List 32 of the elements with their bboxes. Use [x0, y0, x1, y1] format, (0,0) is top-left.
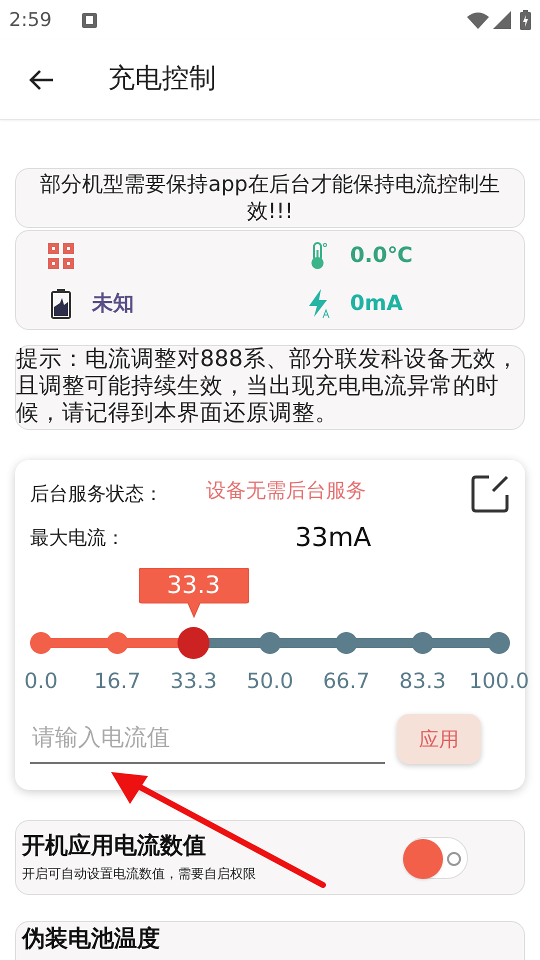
- value-tooltip: 33.3: [138, 568, 248, 620]
- current-value: 0mA: [350, 290, 403, 318]
- setting-title: 开机应用电流数值: [22, 832, 207, 861]
- max-current-label: 最大电流：: [30, 526, 126, 551]
- tick-label: 16.7: [94, 668, 141, 695]
- battery-icon: [520, 10, 531, 30]
- temperature-value: 0.0℃: [350, 242, 413, 270]
- tick-label: 100.0: [468, 668, 530, 695]
- page-title: 充电控制: [108, 62, 216, 96]
- slider[interactable]: [30, 627, 510, 659]
- tick-label: 33.3: [170, 668, 218, 695]
- battery-value: 未知: [92, 290, 134, 318]
- hint-text: 提示：电流调整对888系、部分联发科设备无效，且调整可能持续生效，当出现充电电流异常的时候，请记得到本界面还原调整。: [15, 345, 525, 430]
- setting-description: 开启可自动设置电流数值，需要自启权限: [22, 866, 256, 884]
- grid-icon: [46, 243, 76, 269]
- signal-icon: [493, 11, 511, 29]
- service-label: 后台服务状态：: [30, 482, 164, 507]
- status-time: 2:59: [9, 8, 52, 33]
- tick-label: 0.0: [24, 668, 58, 695]
- notice-text: 部分机型需要保持app在后台才能保持电流控制生效!!!: [15, 168, 525, 228]
- max-current-value: 33mA: [295, 522, 372, 554]
- current-input-field[interactable]: 请输入电流值: [30, 714, 385, 764]
- tick-label: 83.3: [399, 668, 446, 695]
- edit-button[interactable]: [470, 474, 510, 514]
- tick-label: 66.7: [322, 668, 370, 695]
- setting-title: 伪装电池温度: [22, 926, 160, 952]
- service-status: 设备无需后台服务: [206, 477, 366, 504]
- apply-button[interactable]: 应用: [397, 714, 481, 764]
- tick-label: 50.0: [246, 668, 294, 695]
- wifi-icon: [467, 12, 489, 28]
- slider-thumb[interactable]: [178, 627, 210, 659]
- toggle-switch[interactable]: [404, 836, 468, 878]
